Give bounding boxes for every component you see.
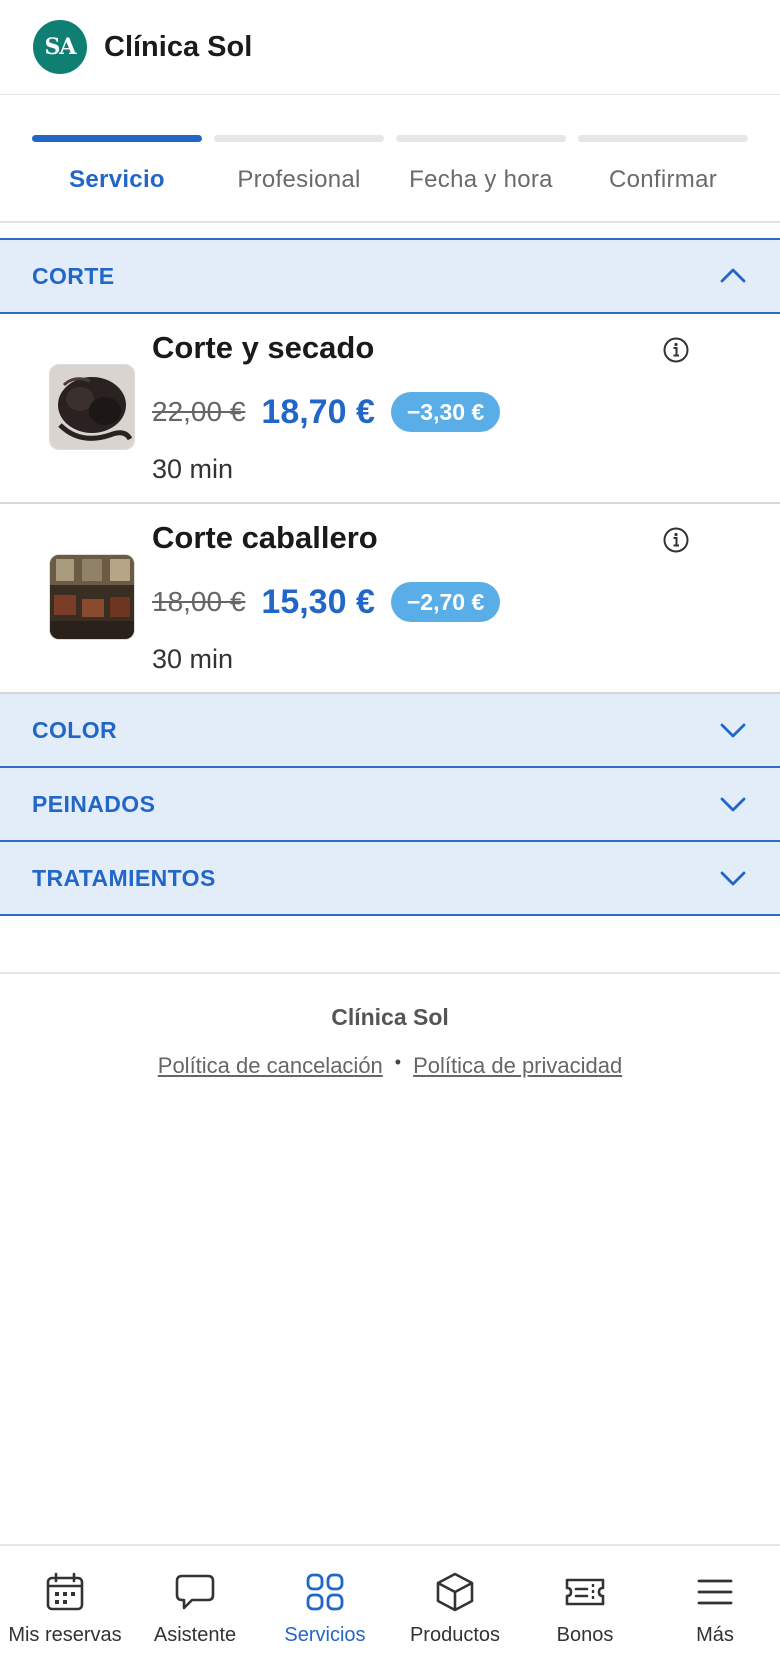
nav-item-bonos[interactable]: Bonos — [520, 1546, 650, 1660]
box-icon — [433, 1570, 477, 1614]
booking-stepper: Servicio Profesional Fecha y hora Confir… — [0, 95, 780, 223]
chat-bubble-icon — [173, 1570, 217, 1614]
chevron-down-icon — [718, 715, 748, 745]
price-row: 18,00 € 15,30 € −2,70 € — [152, 582, 501, 622]
ticket-icon — [563, 1570, 607, 1614]
nav-item-mas[interactable]: Más — [650, 1546, 780, 1660]
info-icon[interactable] — [662, 526, 690, 554]
step-label: Servicio — [69, 166, 165, 193]
discount-badge: −3,30 € — [390, 392, 501, 432]
nav-item-mis-reservas[interactable]: Mis reservas — [0, 1546, 130, 1660]
clinic-logo: SA — [33, 20, 87, 74]
info-icon[interactable] — [662, 336, 690, 364]
step-progress-bar — [32, 135, 202, 142]
nav-label: Servicios — [284, 1624, 366, 1646]
category-label: PEINADOS — [32, 790, 156, 817]
step-label: Fecha y hora — [409, 166, 553, 193]
nav-label: Bonos — [556, 1624, 614, 1646]
step-progress-bar — [214, 135, 384, 142]
footer-links: Política de cancelación • Política de pr… — [0, 1051, 780, 1079]
chevron-down-icon — [718, 863, 748, 893]
step-progress-bar — [396, 135, 566, 142]
service-item-corte-secado[interactable]: Corte y secado 22,00 € 18,70 € −3,30 € 3… — [0, 314, 780, 504]
original-price: 18,00 € — [152, 586, 246, 617]
category-header-peinados[interactable]: PEINADOS — [0, 766, 780, 842]
step-label: Confirmar — [608, 166, 718, 193]
category-label: COLOR — [32, 716, 118, 743]
bottom-navigation: Mis reservas Asistente Servicios Product… — [0, 1544, 780, 1660]
calendar-icon — [43, 1570, 87, 1614]
service-item-corte-caballero[interactable]: Corte caballero 18,00 € 15,30 € −2,70 € … — [0, 504, 780, 694]
nav-label: Asistente — [153, 1624, 237, 1646]
category-header-tratamientos[interactable]: TRATAMIENTOS — [0, 840, 780, 916]
nav-label: Mis reservas — [8, 1624, 122, 1646]
discounted-price: 15,30 € — [261, 582, 375, 621]
step-servicio[interactable]: Servicio — [32, 135, 202, 221]
discounted-price: 18,70 € — [261, 392, 375, 431]
nav-label: Más — [696, 1624, 734, 1646]
price-row: 22,00 € 18,70 € −3,30 € — [152, 392, 501, 432]
service-thumbnail — [49, 364, 135, 450]
service-duration: 30 min — [152, 644, 234, 674]
nav-label: Productos — [409, 1624, 501, 1646]
app-header: SA Clínica Sol — [0, 0, 780, 95]
discount-badge: −2,70 € — [390, 582, 501, 622]
nav-item-productos[interactable]: Productos — [390, 1546, 520, 1660]
category-label: TRATAMIENTOS — [32, 864, 216, 891]
nav-item-servicios[interactable]: Servicios — [260, 1546, 390, 1660]
menu-icon — [693, 1570, 737, 1614]
service-name: Corte y secado — [152, 330, 375, 365]
original-price: 22,00 € — [152, 396, 246, 427]
category-header-color[interactable]: COLOR — [0, 692, 780, 768]
step-confirmar[interactable]: Confirmar — [578, 135, 748, 221]
footer-clinic-name: Clínica Sol — [331, 1004, 449, 1030]
category-label: CORTE — [32, 262, 115, 289]
grid-icon — [303, 1570, 347, 1614]
service-thumbnail — [49, 554, 135, 640]
step-fecha-hora[interactable]: Fecha y hora — [396, 135, 566, 221]
service-name: Corte caballero — [152, 520, 378, 555]
chevron-down-icon — [718, 789, 748, 819]
footer-separator: • — [394, 1051, 402, 1072]
clinic-name: Clínica Sol — [104, 30, 253, 63]
privacy-policy-link[interactable]: Política de privacidad — [413, 1053, 622, 1079]
service-duration: 30 min — [152, 454, 234, 484]
step-progress-bar — [578, 135, 748, 142]
cancellation-policy-link[interactable]: Política de cancelación — [158, 1053, 383, 1079]
step-label: Profesional — [237, 166, 361, 193]
chevron-up-icon — [718, 261, 748, 291]
nav-item-asistente[interactable]: Asistente — [130, 1546, 260, 1660]
step-profesional[interactable]: Profesional — [214, 135, 384, 221]
category-header-corte[interactable]: CORTE — [0, 238, 780, 314]
page-footer: Clínica Sol Política de cancelación • Po… — [0, 972, 780, 1079]
